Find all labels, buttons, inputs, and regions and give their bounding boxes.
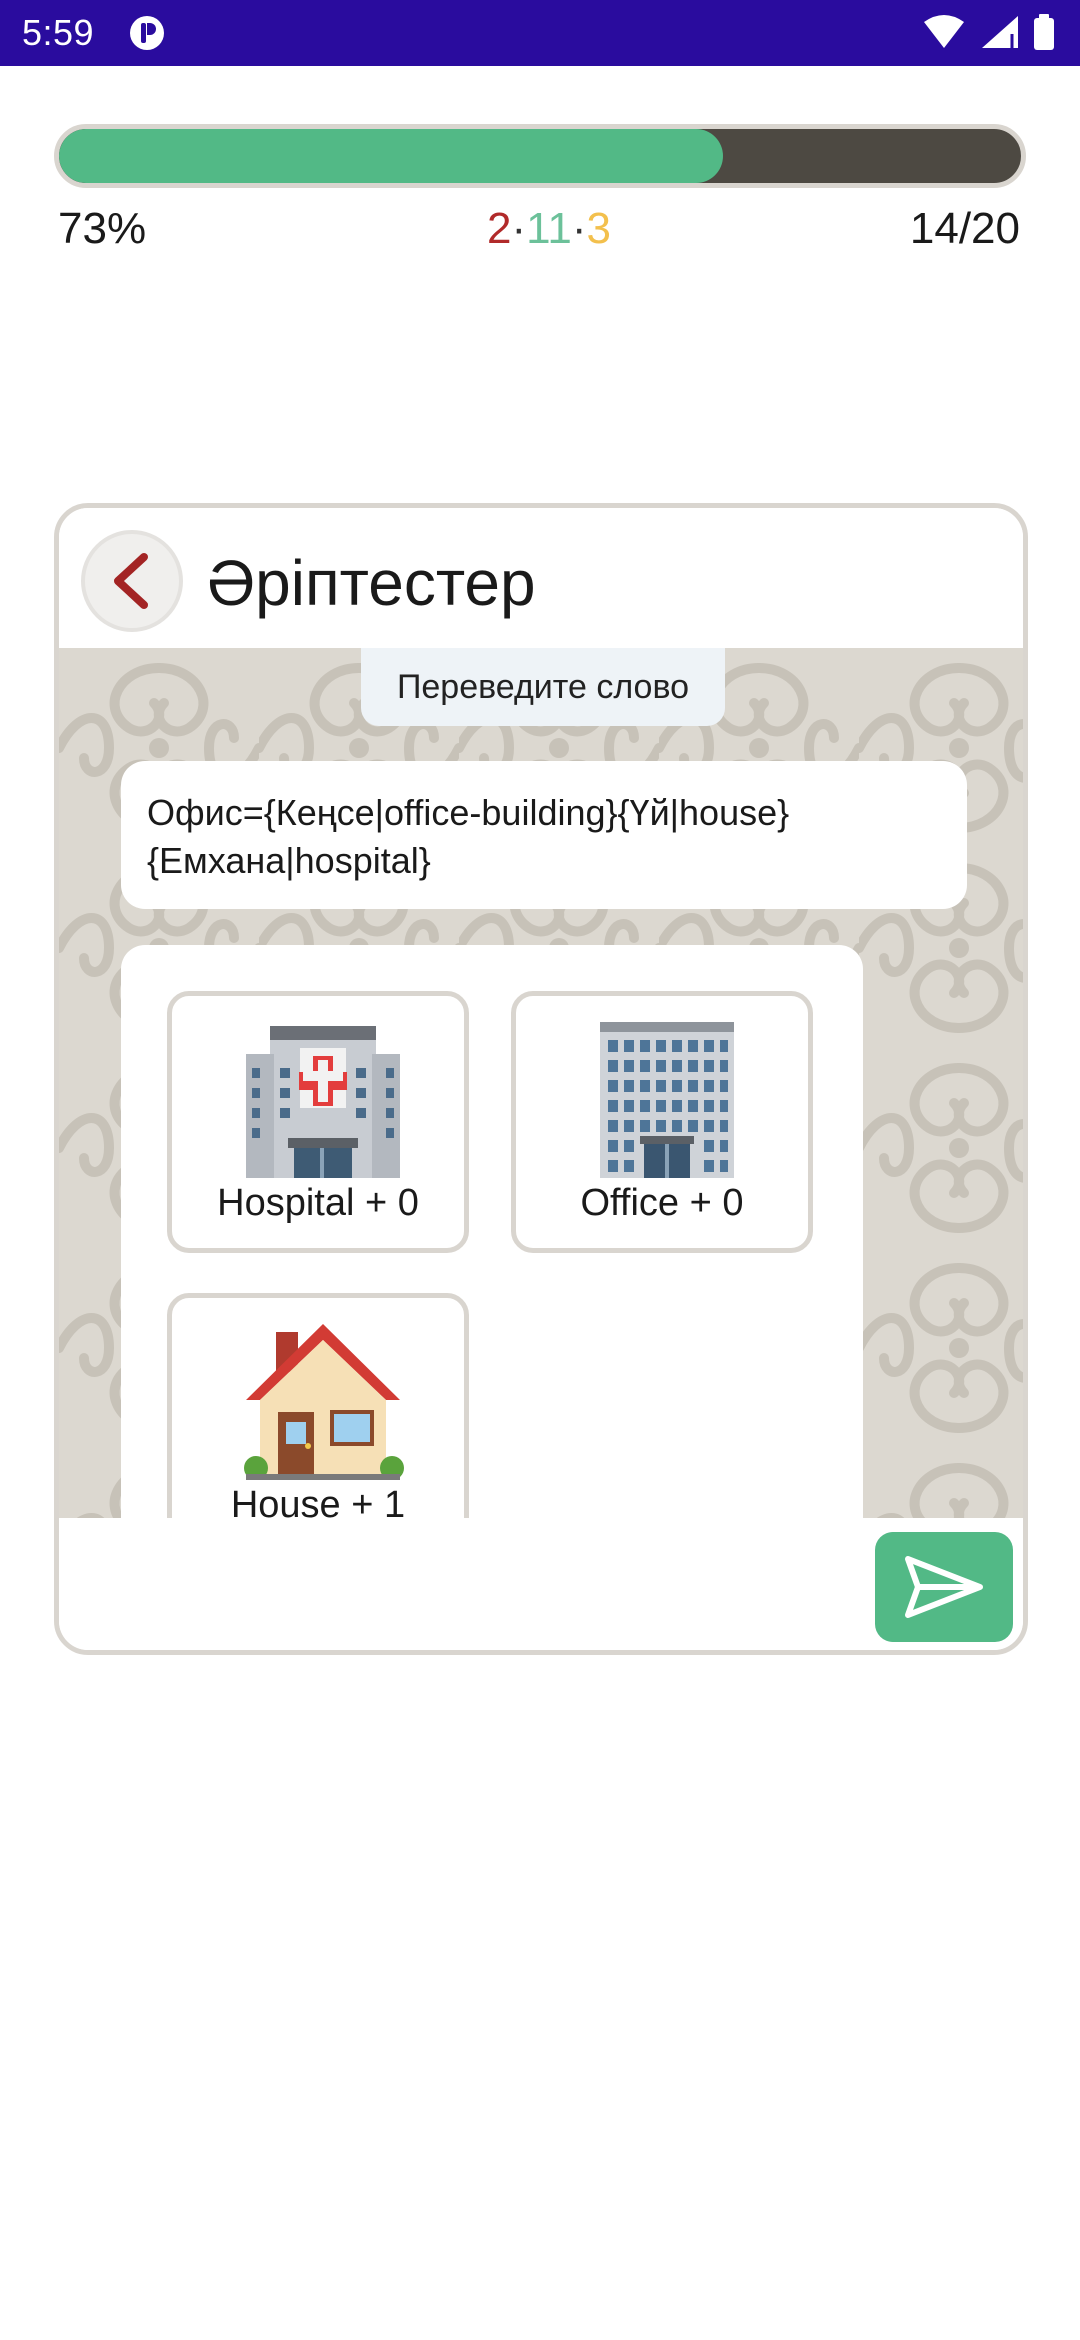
score-stats: 2·11·3 <box>487 204 611 254</box>
question-bubble: Офис={Кеңсе|office-building}{Үй|house} {… <box>121 761 967 909</box>
progress-fill <box>59 129 723 183</box>
instruction-chip: Переведите слово <box>361 648 725 726</box>
option-label: Office + 0 <box>580 1182 744 1224</box>
wrong-count: 2 <box>487 204 512 253</box>
stat-separator: · <box>571 204 587 253</box>
stat-separator: · <box>511 204 527 253</box>
back-button[interactable] <box>81 530 183 632</box>
status-time: 5:59 <box>22 12 95 53</box>
question-count: 14/20 <box>909 204 1020 253</box>
question-text-line1: Офис={Кеңсе|office-building}{Үй|house} <box>147 792 790 833</box>
wifi-icon <box>924 15 964 48</box>
option-house[interactable]: House + 1 <box>167 1293 469 1518</box>
question-text-line2: {Емхана|hospital} <box>147 840 431 881</box>
progress-percent: 73% <box>58 204 147 253</box>
correct-count: 11 <box>526 204 572 253</box>
status-indicators <box>924 14 1054 50</box>
cellular-signal-icon <box>982 16 1018 48</box>
status-bar: 5:59 <box>0 0 1080 66</box>
card-title: Әріптестер <box>207 547 536 619</box>
battery-icon <box>1034 14 1054 50</box>
card-header: Әріптестер <box>59 508 1023 648</box>
office-building-icon <box>600 1022 734 1178</box>
answer-options-panel: Hospital + 0 Office + 0 House + 1 <box>121 945 863 1518</box>
progress-bar <box>54 124 1026 188</box>
skipped-count: 3 <box>586 204 611 253</box>
option-label: Hospital + 0 <box>217 1182 419 1224</box>
send-button[interactable] <box>875 1532 1013 1642</box>
chevron-left-icon <box>114 553 148 609</box>
app-notification-icon <box>130 16 164 50</box>
lesson-card: Әріптестер Переведите слово Офис={Кеңсе|… <box>54 503 1028 1655</box>
house-icon <box>244 1324 404 1480</box>
option-hospital[interactable]: Hospital + 0 <box>167 991 469 1253</box>
option-office[interactable]: Office + 0 <box>511 991 813 1253</box>
option-label: House + 1 <box>230 1484 406 1518</box>
send-icon <box>905 1556 983 1618</box>
chat-area[interactable]: Переведите слово Офис={Кеңсе|office-buil… <box>59 648 1023 1518</box>
hospital-icon <box>246 1026 400 1178</box>
card-footer <box>59 1518 1023 1650</box>
